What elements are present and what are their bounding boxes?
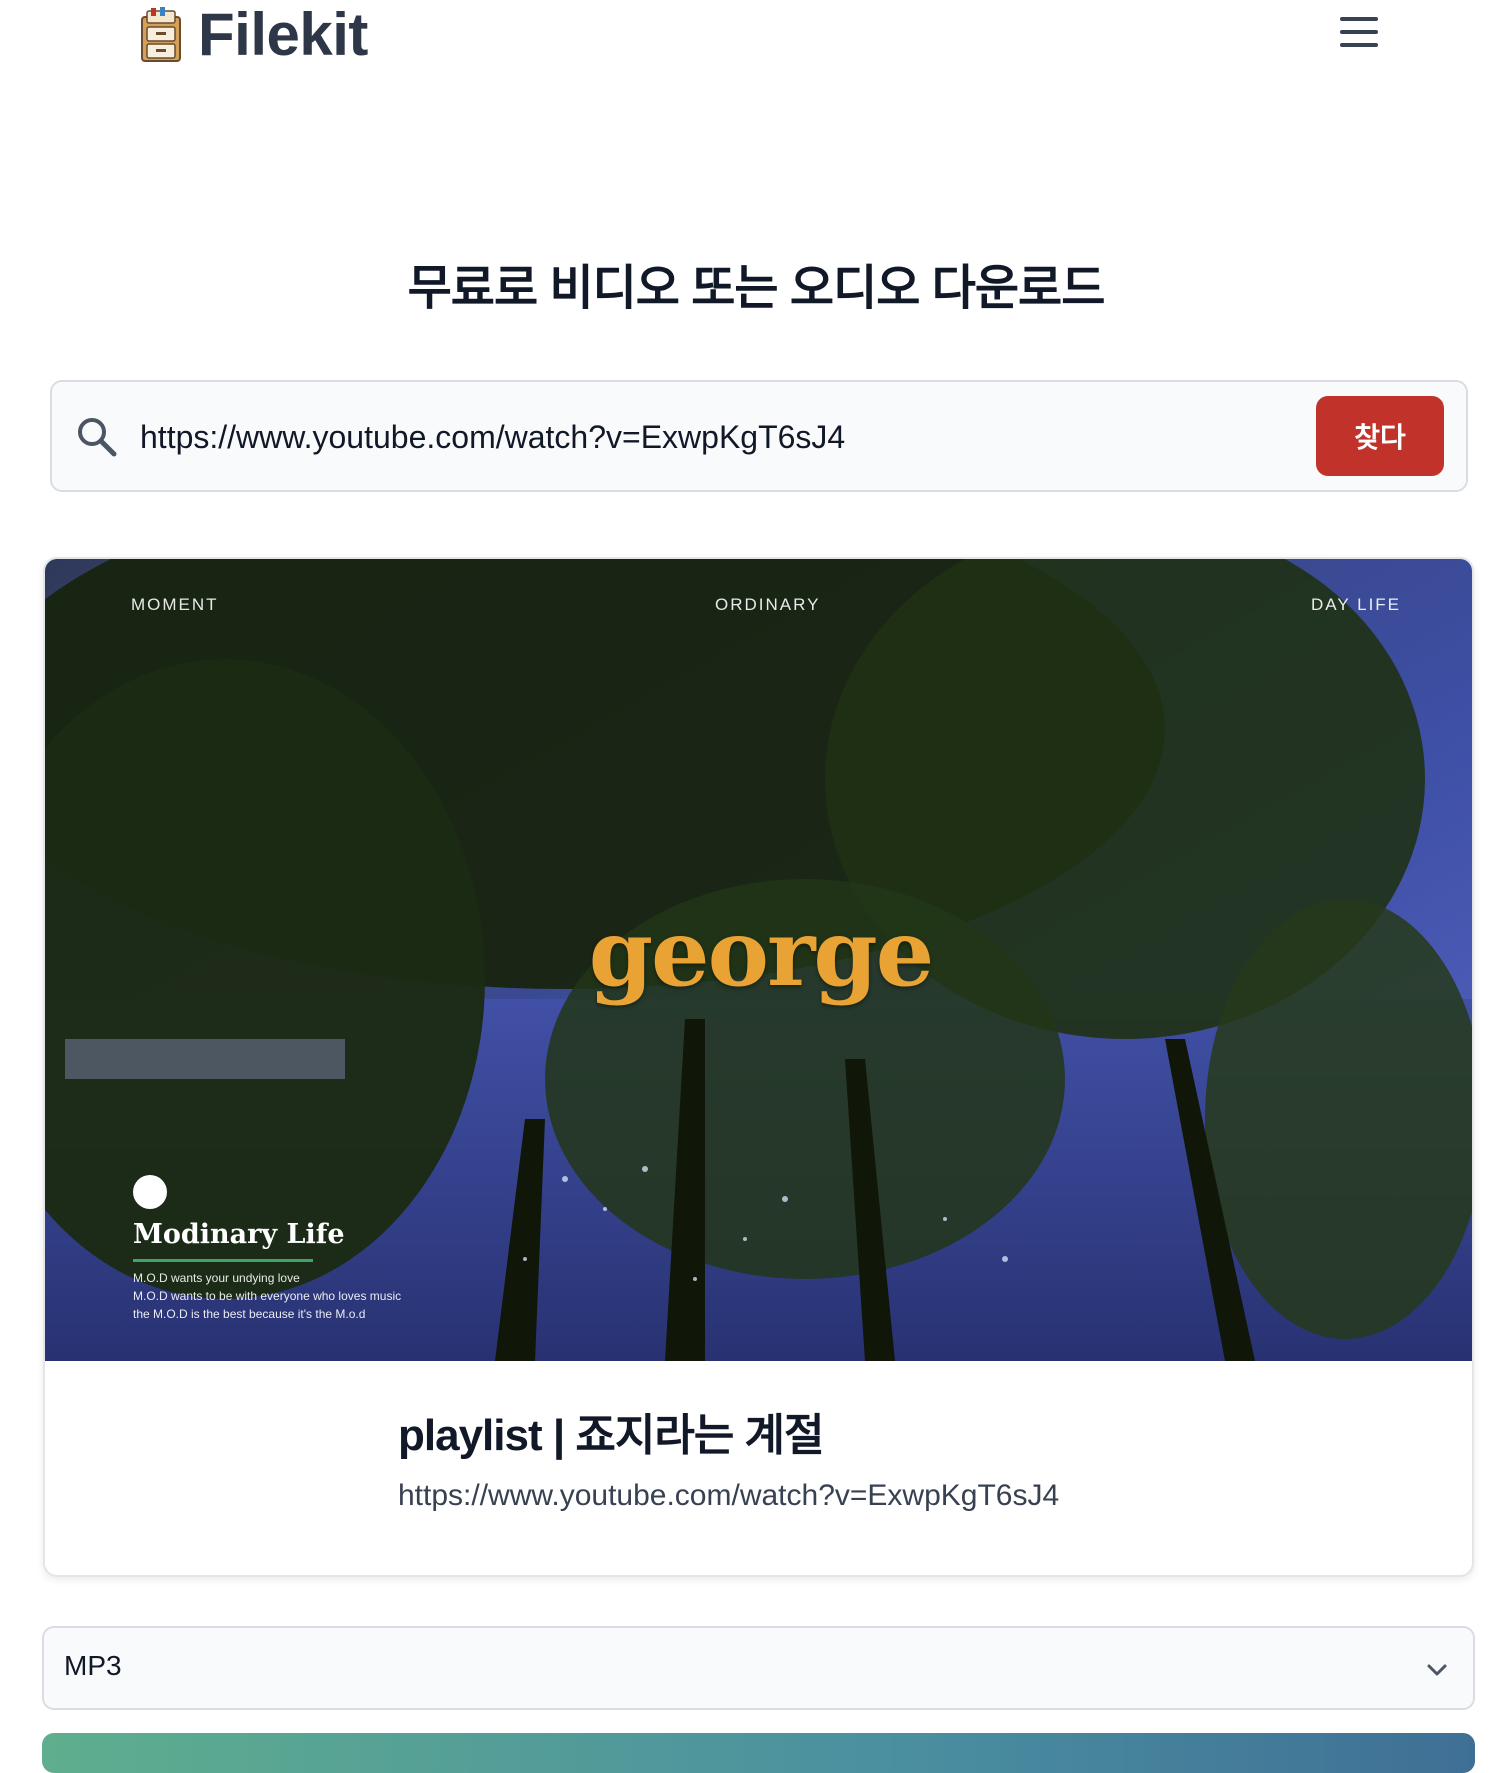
format-select[interactable]: MP3 bbox=[42, 1626, 1475, 1710]
logo[interactable]: Filekit bbox=[138, 4, 368, 66]
format-selected-value: MP3 bbox=[64, 1650, 122, 1681]
search-icon bbox=[78, 418, 117, 457]
search-button[interactable]: 찾다 bbox=[1316, 396, 1444, 476]
modinary-logo-icon bbox=[133, 1175, 167, 1209]
menu-bar-bottom bbox=[1340, 43, 1378, 47]
thumbnail-brand-line: M.O.D wants your undying love bbox=[133, 1271, 300, 1285]
page-title: 무료로 비디오 또는 오디오 다운로드 bbox=[407, 262, 1106, 315]
file-cabinet-icon bbox=[141, 7, 181, 62]
search-bar: 찾다 bbox=[50, 380, 1468, 492]
download-button[interactable] bbox=[42, 1733, 1475, 1773]
brand-name: Filekit bbox=[198, 1, 368, 68]
search-input[interactable] bbox=[140, 406, 1240, 468]
video-title: playlist | 죠지라는 계절 bbox=[398, 1411, 824, 1460]
hamburger-menu-icon[interactable] bbox=[1336, 12, 1382, 52]
thumbnail-brand-line: M.O.D wants to be with everyone who love… bbox=[133, 1289, 402, 1303]
header: Filekit bbox=[0, 0, 1512, 70]
thumbnail-label-ordinary: ORDINARY bbox=[715, 595, 821, 614]
thumbnail-label-moment: MOMENT bbox=[131, 595, 219, 614]
thumbnail-label-daylife: DAY LIFE bbox=[1311, 595, 1402, 614]
menu-bar-top bbox=[1340, 17, 1378, 21]
thumbnail-center-text: george bbox=[588, 899, 935, 1007]
thumbnail-brand-line: the M.O.D is the best because it's the M… bbox=[133, 1307, 366, 1321]
video-url: https://www.youtube.com/watch?v=ExwpKgT6… bbox=[398, 1479, 1060, 1512]
menu-bar-middle bbox=[1340, 30, 1378, 34]
chevron-down-icon bbox=[1427, 1664, 1447, 1676]
thumbnail-brand-name: Modinary Life bbox=[133, 1219, 345, 1250]
thumbnail-brand-underline bbox=[133, 1259, 313, 1262]
video-card: MOMENT ORDINARY DAY LIFE george Modinary… bbox=[43, 557, 1474, 1577]
